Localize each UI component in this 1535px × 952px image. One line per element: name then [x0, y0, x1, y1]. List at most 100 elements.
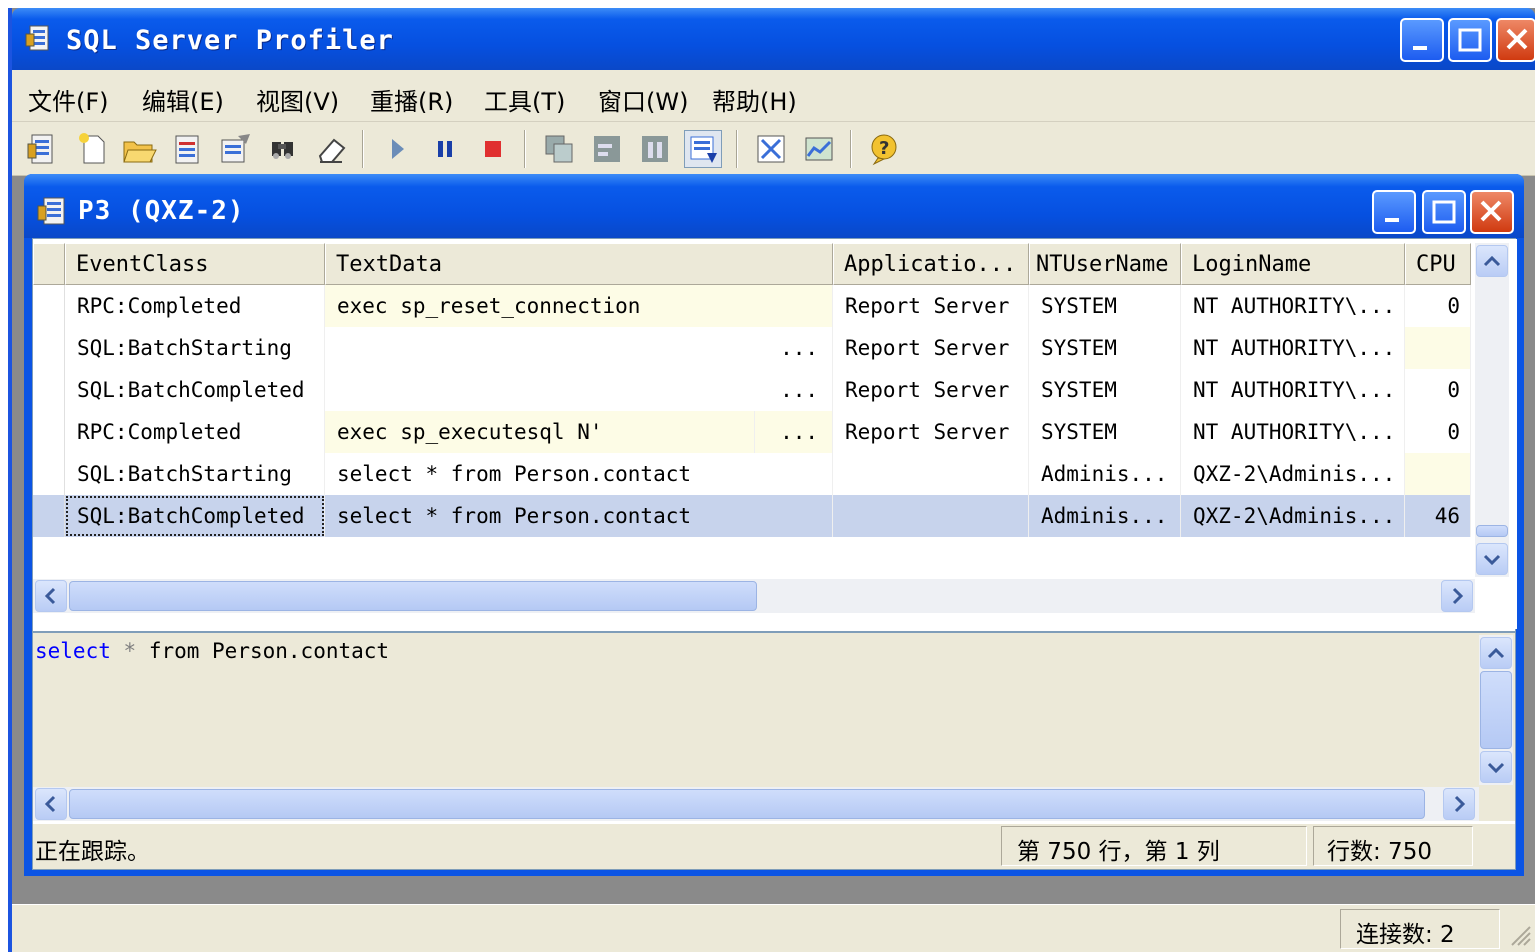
column-loginname[interactable]: LoginName — [1181, 243, 1405, 285]
cell-ntusername: SYSTEM — [1029, 369, 1181, 411]
cell-textdata: select * from Person.contact — [325, 453, 833, 495]
cell-textdata: ... — [325, 327, 833, 369]
column-eventclass[interactable]: EventClass — [65, 243, 325, 285]
trace-window: P3 (QXZ-2) EventClass TextData Applicati… — [24, 174, 1524, 876]
table-row[interactable]: RPC:Completed exec sp_executesql N' ... … — [33, 411, 1473, 453]
cell-eventclass: SQL:BatchStarting — [65, 453, 325, 495]
toolbar: ? — [12, 122, 1535, 176]
cell-cpu: 0 — [1405, 285, 1471, 327]
new-trace-icon[interactable] — [74, 130, 112, 168]
trace-close-button[interactable] — [1470, 190, 1514, 234]
cell-textdata: exec sp_executesql N' — [325, 411, 755, 453]
auto-scroll-icon[interactable] — [684, 130, 722, 168]
open-icon[interactable] — [120, 130, 158, 168]
column-cpu[interactable]: CPU — [1405, 243, 1471, 285]
app-title: SQL Server Profiler — [66, 25, 394, 56]
run-icon[interactable] — [378, 130, 416, 168]
scroll-right-button[interactable] — [1443, 788, 1475, 820]
menu-edit[interactable]: 编辑(E) — [142, 82, 224, 117]
table-row[interactable]: RPC:Completed exec sp_reset_connection R… — [33, 285, 1473, 327]
trace-titlebar[interactable]: P3 (QXZ-2) — [24, 174, 1524, 238]
row-header-corner — [33, 243, 65, 285]
menu-file[interactable]: 文件(F) — [28, 82, 109, 117]
trace-minimize-button[interactable] — [1372, 190, 1416, 234]
resize-grip-icon[interactable] — [1508, 919, 1532, 947]
column-application[interactable]: Applicatio... — [833, 243, 1029, 285]
app-titlebar[interactable]: SQL Server Profiler — [12, 8, 1535, 70]
save-icon[interactable] — [168, 130, 206, 168]
toolbar-separator — [524, 130, 526, 168]
cell-eventclass: RPC:Completed — [65, 285, 325, 327]
scroll-up-button[interactable] — [1480, 637, 1512, 669]
cell-ntusername: SYSTEM — [1029, 411, 1181, 453]
status-position: 第 750 行，第 1 列 — [1017, 839, 1220, 865]
cell-ntusername: Adminis... — [1029, 495, 1181, 537]
menu-window[interactable]: 窗口(W) — [598, 82, 688, 117]
scroll-down-button[interactable] — [1480, 751, 1512, 783]
find-icon[interactable] — [264, 130, 302, 168]
scroll-thumb[interactable] — [1476, 525, 1508, 537]
scroll-thumb[interactable] — [1480, 671, 1512, 749]
cell-loginname: QXZ-2\Adminis... — [1181, 495, 1405, 537]
trace-maximize-button[interactable] — [1422, 190, 1466, 234]
scroll-left-button[interactable] — [35, 788, 67, 820]
grid-vertical-scrollbar[interactable] — [1475, 243, 1509, 577]
template-icon[interactable] — [216, 130, 254, 168]
cell-cpu: 0 — [1405, 369, 1471, 411]
cell-application: Report Server — [833, 411, 1029, 453]
cell-eventclass: SQL:BatchCompleted — [65, 495, 325, 537]
text-vertical-scrollbar[interactable] — [1479, 635, 1513, 785]
properties-icon[interactable] — [24, 130, 62, 168]
trace-title: P3 (QXZ-2) — [78, 196, 245, 226]
cell-textdata: select * from Person.contact — [325, 495, 833, 537]
scroll-thumb[interactable] — [69, 789, 1425, 819]
scroll-right-button[interactable] — [1441, 580, 1473, 612]
step-icon[interactable] — [588, 130, 626, 168]
cell-ntusername: Adminis... — [1029, 453, 1181, 495]
cell-application: Report Server — [833, 327, 1029, 369]
cell-cpu — [1405, 327, 1471, 369]
status-connections: 连接数: 2 — [1356, 922, 1455, 948]
cell-loginname: NT AUTHORITY\... — [1181, 369, 1405, 411]
grid-horizontal-scrollbar[interactable] — [33, 579, 1475, 613]
scroll-thumb[interactable] — [69, 581, 757, 611]
cell-cpu: 46 — [1405, 495, 1471, 537]
cell-textdata-more: ... — [755, 411, 833, 453]
stop-icon[interactable] — [474, 130, 512, 168]
svg-text:?: ? — [879, 138, 889, 159]
scroll-up-button[interactable] — [1476, 245, 1508, 277]
options-icon[interactable] — [752, 130, 790, 168]
menu-help[interactable]: 帮助(H) — [712, 82, 797, 117]
scroll-left-button[interactable] — [35, 580, 67, 612]
menu-tools[interactable]: 工具(T) — [484, 82, 565, 117]
trace-status-bar: 正在跟踪。 第 750 行，第 1 列 行数: 750 — [33, 823, 1515, 869]
profiler-icon — [24, 22, 56, 54]
row-header — [33, 369, 65, 411]
help-icon[interactable]: ? — [864, 130, 902, 168]
breakpoint-icon[interactable] — [636, 130, 674, 168]
maximize-button[interactable] — [1448, 18, 1492, 62]
perfmon-icon[interactable] — [800, 130, 838, 168]
trace-body: EventClass TextData Applicatio... NTUser… — [32, 238, 1517, 870]
toolbar-separator — [850, 130, 852, 168]
menu-replay[interactable]: 重播(R) — [370, 82, 453, 117]
table-row[interactable]: SQL:BatchStarting select * from Person.c… — [33, 453, 1473, 495]
close-button[interactable] — [1496, 18, 1535, 62]
replay-icon[interactable] — [540, 130, 578, 168]
text-horizontal-scrollbar[interactable] — [33, 787, 1479, 821]
table-row[interactable]: SQL:BatchCompleted ... Report Server SYS… — [33, 369, 1473, 411]
row-header — [33, 327, 65, 369]
clear-icon[interactable] — [312, 130, 350, 168]
column-ntusername[interactable]: NTUserName — [1029, 243, 1181, 285]
column-textdata[interactable]: TextData — [325, 243, 833, 285]
pause-icon[interactable] — [426, 130, 464, 168]
cell-textdata: exec sp_reset_connection — [325, 285, 833, 327]
cell-loginname: NT AUTHORITY\... — [1181, 327, 1405, 369]
scroll-down-button[interactable] — [1476, 543, 1508, 575]
status-message: 正在跟踪。 — [35, 839, 150, 865]
minimize-button[interactable] — [1400, 18, 1444, 62]
sql-text-pane[interactable]: select * from Person.contact — [33, 631, 1515, 821]
menu-view[interactable]: 视图(V) — [256, 82, 339, 117]
table-row[interactable]: SQL:BatchStarting ... Report Server SYST… — [33, 327, 1473, 369]
table-row-selected[interactable]: SQL:BatchCompleted select * from Person.… — [33, 495, 1473, 537]
